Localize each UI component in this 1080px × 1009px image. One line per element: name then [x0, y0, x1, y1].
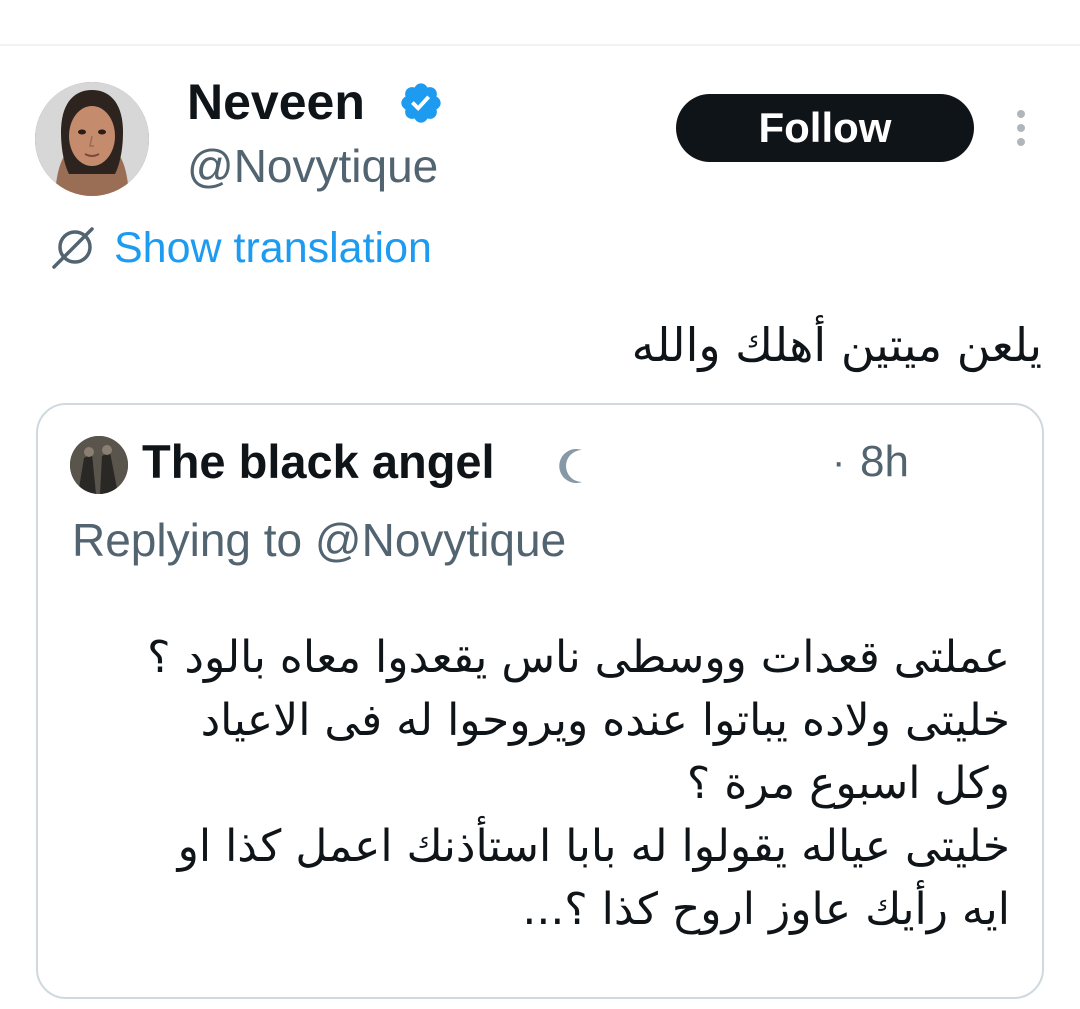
top-divider: [0, 44, 1080, 46]
replying-to-label: Replying to @Novytique: [72, 514, 567, 566]
quoted-text-line: خليتى ولاده يباتوا عنده ويروحوا له فى ال…: [200, 695, 1010, 746]
quoted-text-line: ايه رأيك عاوز اروح كذا ؟...: [522, 884, 1010, 935]
quoted-tweet-time[interactable]: 8h: [860, 432, 909, 492]
author-name[interactable]: Neveen: [187, 74, 365, 130]
quoted-text-line: وكل اسبوع مرة ؟: [686, 758, 1010, 809]
author-avatar[interactable]: [35, 82, 149, 196]
quoted-tweet-text: عملتى قعدات ووسطى ناس يقعدوا معاه بالود …: [110, 626, 1010, 941]
tweet-text: يلعن ميتين أهلك والله: [631, 318, 1042, 372]
time-separator: ·: [832, 440, 846, 484]
quoted-text-line: عملتى قعدات ووسطى ناس يقعدوا معاه بالود …: [147, 632, 1010, 683]
follow-button[interactable]: Follow: [676, 94, 974, 162]
show-translation-label: Show translation: [114, 223, 432, 272]
quoted-author-name[interactable]: The black angel: [142, 432, 495, 492]
verified-badge-icon: [401, 83, 441, 123]
quoted-author-avatar[interactable]: [70, 436, 128, 494]
crescent-moon-icon: [559, 449, 582, 483]
vertical-dots-icon[interactable]: [1006, 106, 1036, 150]
quoted-text-line: خليتى عياله يقولوا له بابا استأذنك اعمل …: [177, 821, 1010, 872]
translate-globe-icon: [52, 227, 94, 269]
author-handle[interactable]: @Novytique: [187, 138, 438, 194]
show-translation-link[interactable]: Show translation: [48, 218, 432, 278]
